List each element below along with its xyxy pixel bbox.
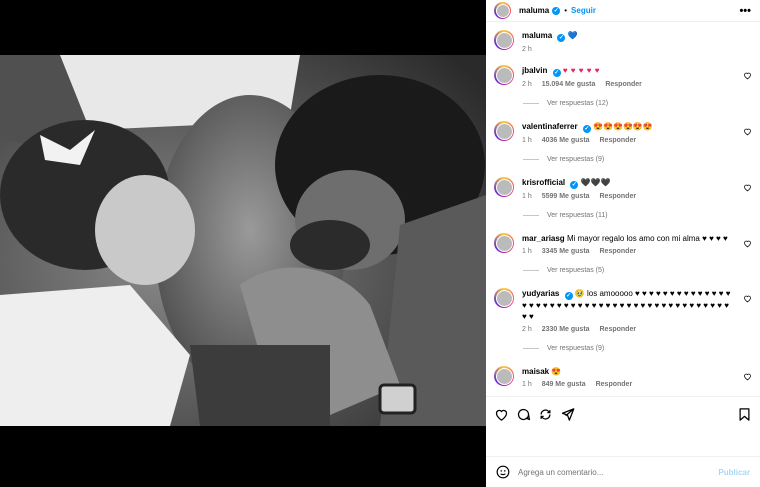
heart-icon[interactable] — [494, 407, 509, 422]
comment-item: krisrofficial ✓ 🖤🖤🖤 1 h 5599 Me gusta Re… — [494, 177, 752, 200]
caption-username[interactable]: maluma — [522, 31, 552, 40]
comment-text: 😍😍😍😍😍😍 — [593, 122, 653, 131]
like-comment-heart-icon[interactable] — [743, 372, 752, 381]
comment-username[interactable]: mar_ariasg — [522, 234, 565, 243]
reply-button[interactable]: Responder — [600, 248, 637, 255]
add-comment-bar: Publicar — [486, 456, 760, 487]
reply-button[interactable]: Responder — [596, 381, 633, 388]
post-side-panel: maluma ✓ • Seguir ••• maluma ✓ 💙 2 h jba… — [486, 0, 760, 487]
caption: maluma ✓ 💙 2 h — [494, 30, 752, 53]
comment-item: mar_ariasg Mi mayor regalo los amo con m… — [494, 233, 752, 255]
like-comment-heart-icon[interactable] — [743, 294, 752, 303]
commenter-avatar[interactable] — [494, 288, 514, 308]
comment-likes[interactable]: 849 Me gusta — [542, 381, 586, 388]
view-replies-button[interactable]: Ver respuestas (9) — [523, 345, 752, 352]
like-comment-heart-icon[interactable] — [743, 183, 752, 192]
like-comment-heart-icon[interactable] — [743, 71, 752, 80]
comment-time: 1 h — [522, 193, 532, 200]
like-comment-heart-icon[interactable] — [743, 127, 752, 136]
verified-icon: ✓ — [582, 125, 591, 133]
comment-text: 🖤🖤🖤 — [580, 178, 611, 187]
media-area — [0, 0, 486, 487]
comment-time: 1 h — [522, 137, 532, 144]
comment-username[interactable]: maisak — [522, 367, 549, 376]
commenter-avatar[interactable] — [494, 233, 514, 253]
instagram-post-view: maluma ✓ • Seguir ••• maluma ✓ 💙 2 h jba… — [0, 0, 760, 487]
comment-username[interactable]: yudyarias — [522, 289, 559, 298]
commenter-avatar[interactable] — [494, 65, 514, 85]
comment-likes[interactable]: 3345 Me gusta — [542, 248, 590, 255]
comment-username[interactable]: jbalvin — [522, 66, 547, 75]
reply-button[interactable]: Responder — [600, 137, 637, 144]
comment-text: 😍 — [551, 367, 562, 376]
verified-icon: ✓ — [570, 181, 579, 189]
more-icon[interactable]: ••• — [739, 5, 751, 17]
comment-text: Mi mayor regalo los amo con mi alma ♥ ♥ … — [566, 234, 728, 243]
send-icon[interactable] — [560, 407, 575, 422]
commenter-avatar[interactable] — [494, 121, 514, 141]
author-avatar[interactable] — [494, 30, 514, 50]
follow-button[interactable]: Seguir — [571, 6, 596, 15]
comment-likes[interactable]: 15.094 Me gusta — [542, 81, 596, 88]
likes-area — [486, 432, 760, 456]
comment-item: jbalvin ✓ ♥ ♥ ♥ ♥ ♥ 2 h 15.094 Me gusta … — [494, 65, 752, 88]
commenter-avatar[interactable] — [494, 366, 514, 386]
photo-illustration — [0, 55, 486, 426]
comment-input[interactable] — [518, 467, 719, 477]
post-photo[interactable] — [0, 55, 486, 426]
comment-time: 1 h — [522, 381, 532, 388]
separator-dot: • — [564, 6, 568, 15]
share-icon[interactable] — [538, 407, 553, 422]
commenter-avatar[interactable] — [494, 177, 514, 197]
verified-icon: ✓ — [564, 292, 573, 300]
view-replies-button[interactable]: Ver respuestas (9) — [523, 156, 752, 163]
reply-button[interactable]: Responder — [600, 193, 637, 200]
caption-text: 💙 — [567, 31, 578, 40]
comment-time: 2 h — [522, 326, 532, 333]
comment-username[interactable]: krisrofficial — [522, 178, 565, 187]
bookmark-icon[interactable] — [737, 407, 752, 422]
comment-item: yudyarias ✓ 🥹 los amooooo ♥ ♥ ♥ ♥ ♥ ♥ ♥ … — [494, 288, 752, 333]
comment-username[interactable]: valentinaferrer — [522, 122, 578, 131]
verified-icon: ✓ — [557, 34, 566, 42]
comment-item: valentinaferrer ✓ 😍😍😍😍😍😍 1 h 4036 Me gus… — [494, 121, 752, 144]
emoji-icon[interactable] — [496, 465, 510, 479]
view-replies-button[interactable]: Ver respuestas (12) — [523, 100, 752, 107]
comment-time: 2 h — [522, 81, 532, 88]
reply-button[interactable]: Responder — [600, 326, 637, 333]
publish-button[interactable]: Publicar — [718, 468, 750, 477]
caption-time: 2 h — [522, 46, 532, 53]
reply-button[interactable]: Responder — [605, 81, 642, 88]
post-actions-bar — [486, 396, 760, 432]
author-avatar[interactable] — [494, 2, 511, 19]
comment-icon[interactable] — [516, 407, 531, 422]
view-replies-button[interactable]: Ver respuestas (11) — [523, 212, 752, 219]
comments-list[interactable]: maluma ✓ 💙 2 h jbalvin ✓ ♥ ♥ ♥ ♥ ♥ 2 h 1… — [486, 22, 760, 396]
comment-time: 1 h — [522, 248, 532, 255]
comment-item: maisak 😍 1 h 849 Me gusta Responder — [494, 366, 752, 388]
view-replies-button[interactable]: Ver respuestas (5) — [523, 267, 752, 274]
post-header: maluma ✓ • Seguir ••• — [486, 0, 760, 22]
comment-likes[interactable]: 2330 Me gusta — [542, 326, 590, 333]
author-username[interactable]: maluma — [519, 6, 549, 15]
verified-icon: ✓ — [552, 6, 561, 15]
comment-likes[interactable]: 5599 Me gusta — [542, 193, 590, 200]
like-comment-heart-icon[interactable] — [743, 239, 752, 248]
verified-icon: ✓ — [552, 69, 561, 77]
comment-likes[interactable]: 4036 Me gusta — [542, 137, 590, 144]
comment-text: ♥ ♥ ♥ ♥ ♥ — [562, 66, 600, 75]
